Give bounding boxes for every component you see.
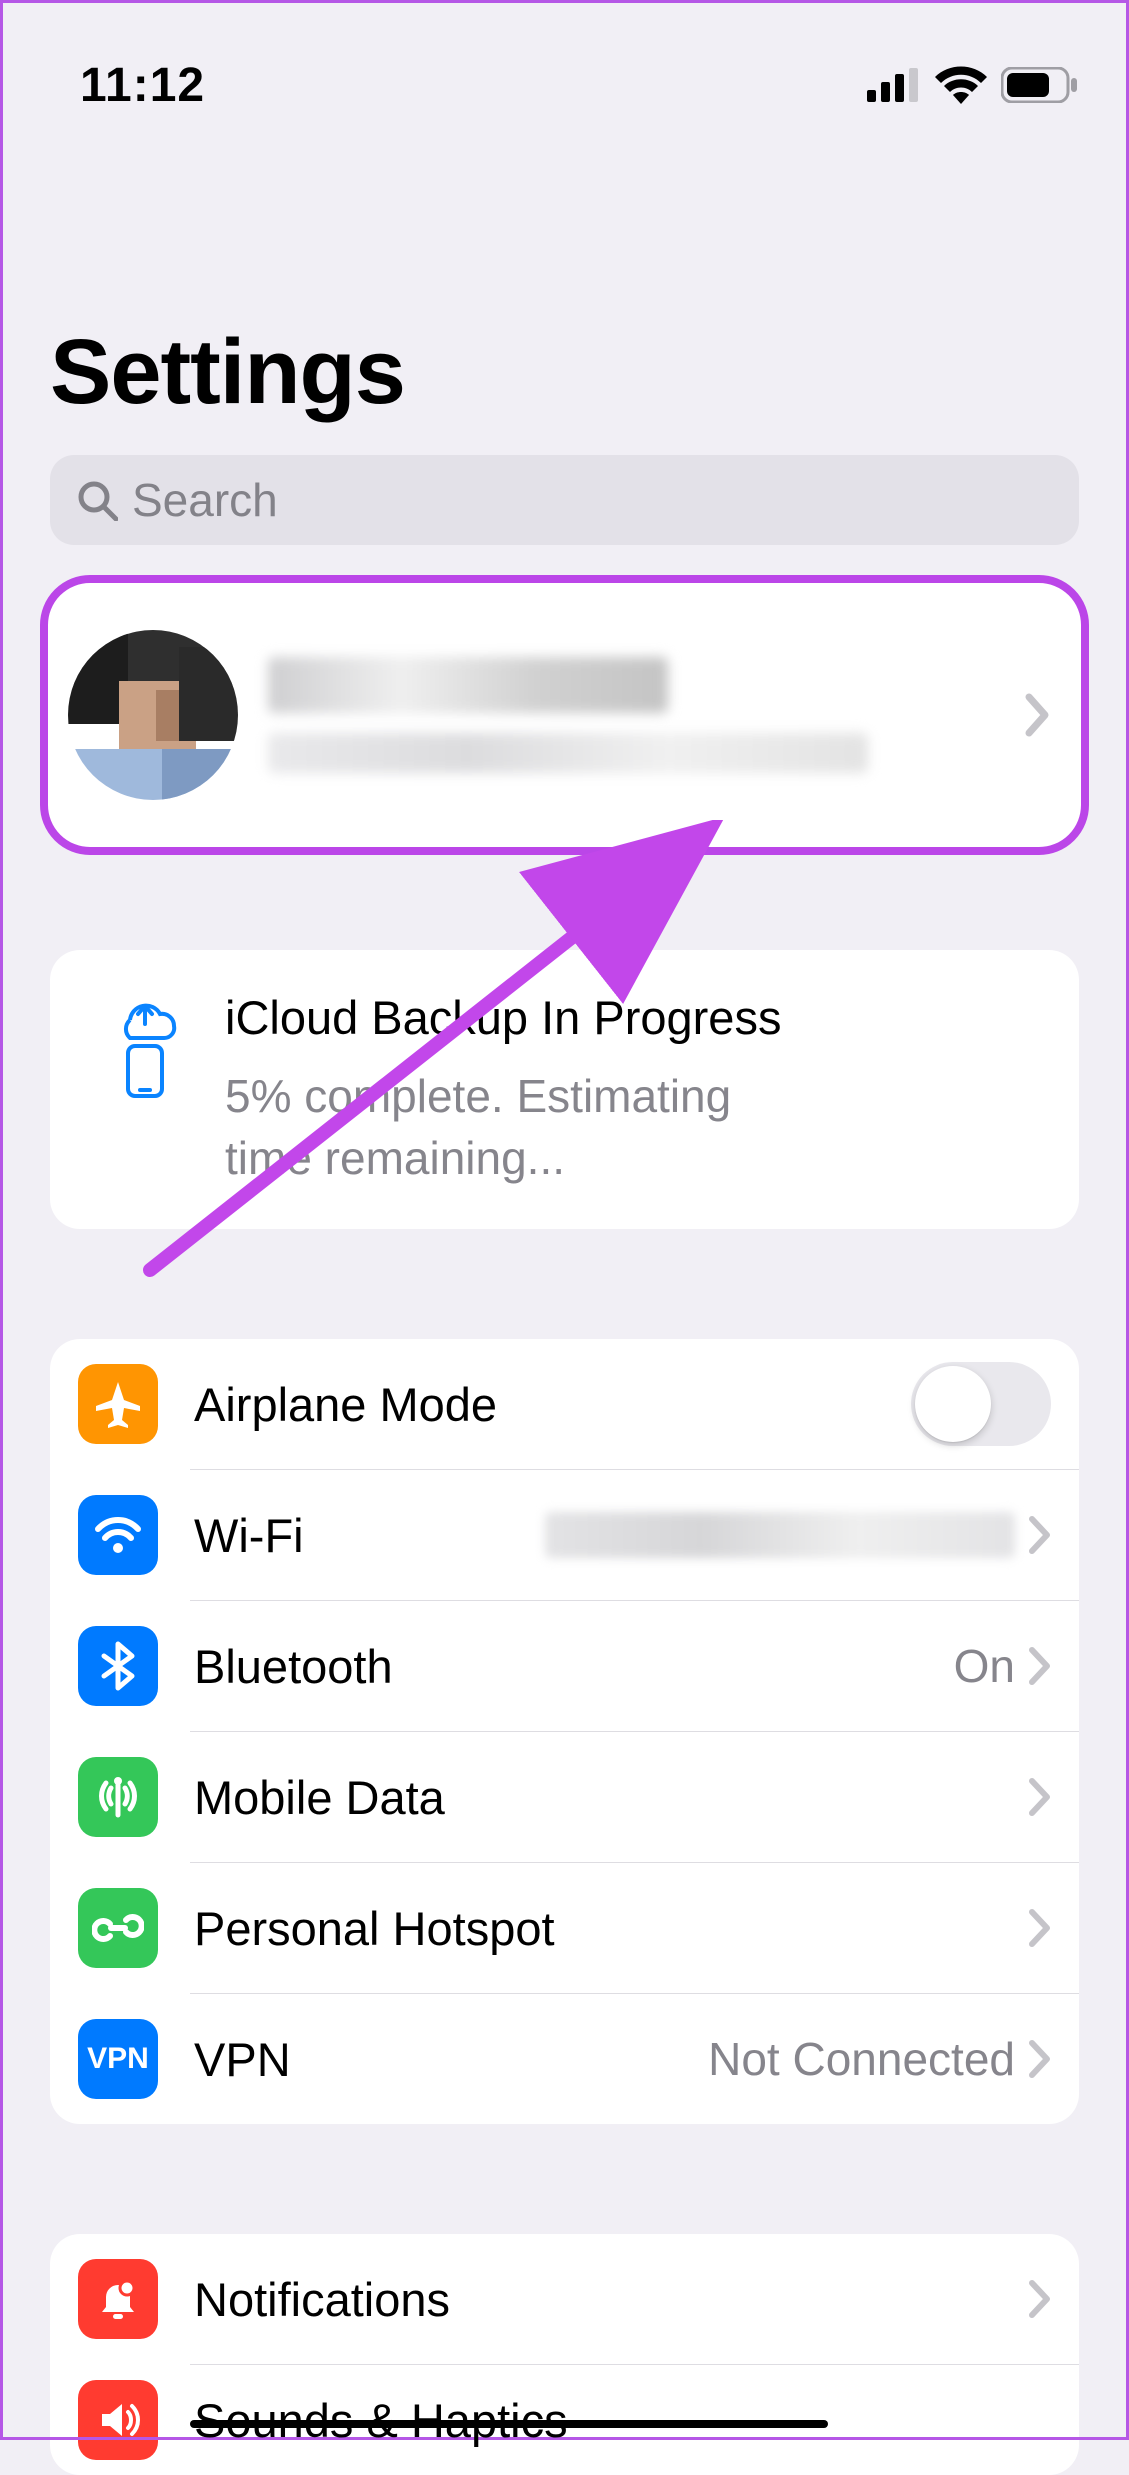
- profile-name-redacted: [268, 657, 668, 713]
- annotation-frame: [0, 0, 1129, 2440]
- airplane-toggle[interactable]: [911, 1362, 1051, 1446]
- wifi-value-redacted: [545, 1512, 1015, 1558]
- avatar: [68, 630, 238, 800]
- profile-subtitle-redacted: [268, 733, 868, 773]
- chevron-right-icon: [1025, 693, 1051, 737]
- apple-id-row[interactable]: [40, 575, 1089, 855]
